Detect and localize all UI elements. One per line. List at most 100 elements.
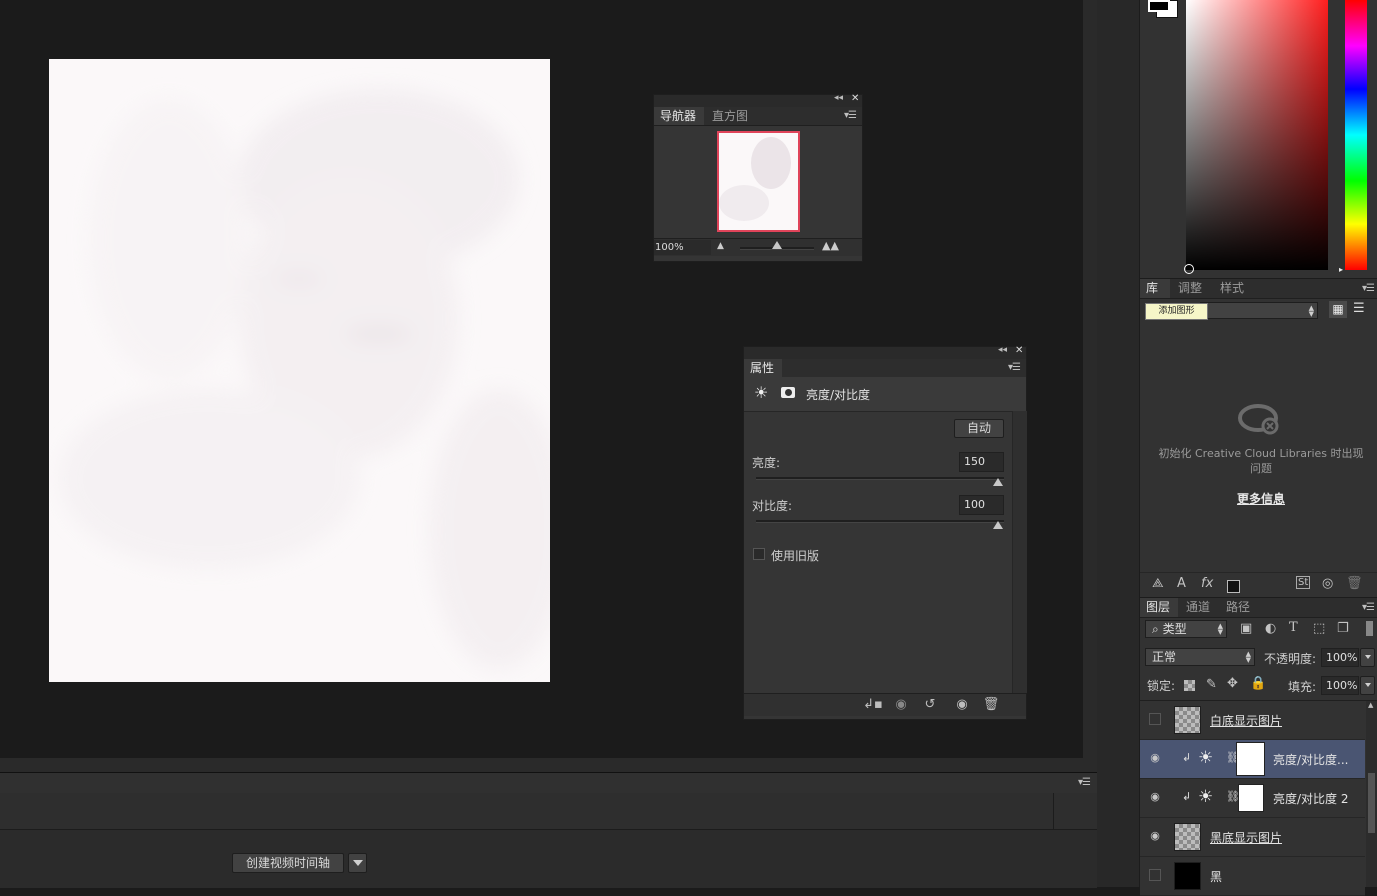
tab-channels[interactable]: 通道 <box>1180 598 1218 617</box>
layers-scrollbar[interactable]: ▲ <box>1366 701 1377 887</box>
layer-mask-thumbnail[interactable] <box>1238 784 1264 812</box>
layer-row-selected[interactable]: ◉ ↲ ☀ ⛓ 亮度/对比度... <box>1140 740 1365 779</box>
canvas-horizontal-scrollbar[interactable] <box>0 758 1083 772</box>
tab-styles[interactable]: 样式 <box>1214 279 1252 298</box>
tab-properties[interactable]: 属性 <box>744 359 782 377</box>
collapse-icon[interactable]: ◂◂ <box>834 93 843 103</box>
trash-icon[interactable]: 🗑 <box>1346 576 1363 591</box>
blend-mode-select[interactable]: 正常 ▲ ▼ <box>1145 648 1255 666</box>
close-icon[interactable]: ✕ <box>851 93 859 104</box>
list-view-icon[interactable]: ☰ <box>1353 301 1365 316</box>
visibility-toggle-off[interactable] <box>1149 869 1161 881</box>
brightness-slider-thumb[interactable] <box>993 478 1003 486</box>
tab-navigator[interactable]: 导航器 <box>654 107 704 125</box>
layers-menu-icon[interactable]: ▾☰ <box>1362 602 1375 613</box>
lock-image-pixels-icon[interactable]: ✎ <box>1206 677 1217 692</box>
foreground-color-swatch[interactable] <box>1148 0 1170 12</box>
opacity-dropdown-button[interactable] <box>1360 648 1375 667</box>
zoom-out-icon[interactable]: ▲ <box>717 241 724 251</box>
filter-adjustment-icon[interactable]: ◐ <box>1265 621 1276 636</box>
timeline-track-row <box>0 793 1097 830</box>
brightness-icon[interactable]: ☀ <box>754 383 768 402</box>
clip-to-layer-icon[interactable]: ↲▪ <box>862 697 884 713</box>
library-select[interactable]: ▲ ▼ <box>1200 302 1318 319</box>
tab-paths[interactable]: 路径 <box>1220 598 1258 617</box>
zoom-slider-thumb[interactable] <box>772 241 782 249</box>
filter-shape-icon[interactable]: ⬚ <box>1313 621 1325 636</box>
navigator-preview-frame[interactable] <box>717 131 800 232</box>
filter-toggle-switch[interactable] <box>1366 621 1373 636</box>
contrast-slider-track[interactable] <box>756 520 1004 523</box>
add-graphic-icon[interactable]: ⟁ <box>1152 576 1164 591</box>
hue-slider[interactable] <box>1345 0 1367 270</box>
filter-type-icon[interactable]: T <box>1289 620 1298 635</box>
opacity-input[interactable]: 100% <box>1321 648 1359 667</box>
properties-menu-icon[interactable]: ▾☰ <box>1008 362 1021 373</box>
color-picker-field[interactable] <box>1186 0 1328 270</box>
libraries-menu-icon[interactable]: ▾☰ <box>1362 283 1375 294</box>
contrast-slider-thumb[interactable] <box>993 521 1003 529</box>
layer-name[interactable]: 亮度/对比度 2 <box>1273 790 1349 807</box>
auto-button[interactable]: 自动 <box>954 419 1004 438</box>
eye-icon[interactable]: ◉ <box>951 697 973 713</box>
layer-mask-thumbnail[interactable] <box>1236 742 1265 776</box>
tab-histogram[interactable]: 直方图 <box>706 107 758 125</box>
eye-icon[interactable]: ◉ <box>1148 829 1162 843</box>
lock-position-icon[interactable]: ✥ <box>1227 676 1238 691</box>
eye-icon[interactable]: ◉ <box>1148 790 1162 804</box>
use-legacy-checkbox[interactable] <box>753 548 765 560</box>
color-picker-cursor[interactable] <box>1184 264 1194 274</box>
timeline-mode-dropdown-button[interactable] <box>348 853 367 873</box>
brightness-slider-track[interactable] <box>756 477 1004 480</box>
grid-view-icon[interactable]: ▦ <box>1329 301 1347 318</box>
timeline-menu-icon[interactable]: ▾☰ <box>1078 777 1091 788</box>
reset-icon[interactable]: ↺ <box>919 697 941 713</box>
layer-row[interactable]: ◉ ↲ ☀ ⛓ 亮度/对比度 2 <box>1140 779 1365 818</box>
more-info-link[interactable]: 更多信息 <box>1158 490 1364 507</box>
brightness-label: 亮度: <box>752 456 781 470</box>
view-previous-state-icon[interactable]: ◉ <box>890 697 912 713</box>
zoom-in-icon[interactable]: ▲▲ <box>822 239 839 252</box>
zoom-level-field[interactable]: 100% <box>654 240 711 255</box>
stock-icon[interactable]: St <box>1296 576 1311 589</box>
layer-name[interactable]: 黑底显示图片 <box>1210 829 1282 846</box>
fill-dropdown-button[interactable] <box>1360 676 1375 695</box>
add-character-style-icon[interactable]: A <box>1177 576 1186 591</box>
eye-icon[interactable]: ◉ <box>1148 751 1162 765</box>
contrast-value-input[interactable]: 100 <box>959 495 1004 515</box>
create-video-timeline-button[interactable]: 创建视频时间轴 <box>232 853 344 873</box>
layer-name[interactable]: 黑 <box>1210 868 1222 885</box>
sync-icon[interactable]: ◎ <box>1322 576 1333 591</box>
lock-all-icon[interactable]: 🔒 <box>1250 676 1266 691</box>
properties-scrollbar[interactable] <box>1012 411 1027 693</box>
document-canvas[interactable] <box>49 59 550 682</box>
properties-title-bar[interactable]: ◂◂ ✕ <box>744 345 1026 359</box>
layer-filter-kind-select[interactable]: ⌕ 类型 ▲ ▼ <box>1145 620 1227 638</box>
brightness-value-input[interactable]: 150 <box>959 452 1004 472</box>
layer-name[interactable]: 白底显示图片 <box>1210 712 1282 729</box>
lock-transparent-pixels-icon[interactable] <box>1184 680 1195 691</box>
filter-smart-object-icon[interactable]: ❐ <box>1337 621 1349 636</box>
layers-scrollbar-thumb[interactable] <box>1368 773 1375 833</box>
add-layer-style-icon[interactable]: fx <box>1201 576 1213 591</box>
mask-icon[interactable] <box>781 387 795 398</box>
canvas-vertical-scrollbar[interactable] <box>1083 0 1097 772</box>
layer-row[interactable]: 黑 <box>1140 857 1365 896</box>
trash-icon[interactable]: 🗑 <box>980 697 1002 713</box>
hue-slider-thumb[interactable]: ▸ <box>1339 265 1343 274</box>
tab-adjustments[interactable]: 调整 <box>1172 279 1210 298</box>
add-color-icon[interactable] <box>1227 580 1240 593</box>
filter-pixel-icon[interactable]: ▣ <box>1240 621 1252 636</box>
scroll-up-icon[interactable]: ▲ <box>1368 701 1373 709</box>
layer-name[interactable]: 亮度/对比度... <box>1273 751 1349 768</box>
visibility-toggle-off[interactable] <box>1149 713 1161 725</box>
collapse-icon[interactable]: ◂◂ <box>998 345 1007 355</box>
layer-row[interactable]: ◉ 黑底显示图片 <box>1140 818 1365 857</box>
navigator-menu-icon[interactable]: ▾☰ <box>844 110 857 121</box>
tab-layers[interactable]: 图层 <box>1140 598 1178 617</box>
close-icon[interactable]: ✕ <box>1015 345 1023 356</box>
fill-input[interactable]: 100% <box>1321 676 1359 695</box>
layer-row[interactable]: 白底显示图片 <box>1140 701 1365 740</box>
navigator-title-bar[interactable]: ◂◂ ✕ <box>654 93 862 107</box>
tab-libraries[interactable]: 库 <box>1140 279 1170 298</box>
